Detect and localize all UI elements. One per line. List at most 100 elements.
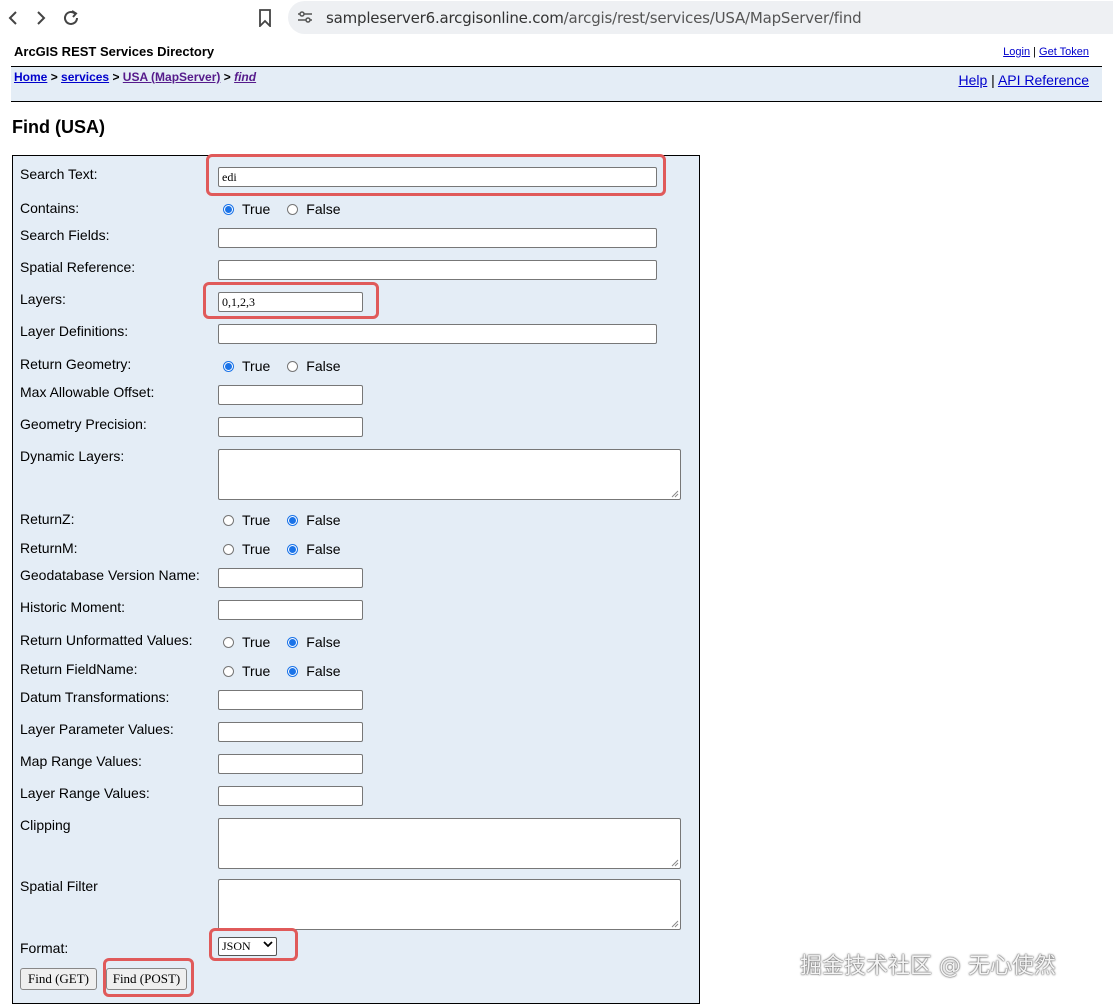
max-allowable-offset-input[interactable] (218, 385, 363, 405)
search-fields-input[interactable] (218, 228, 657, 248)
return-z-radio-group: True False (223, 512, 358, 528)
url-host: sampleserver6.arcgisonline.com (326, 9, 564, 27)
url-text: sampleserver6.arcgisonline.com/arcgis/re… (326, 9, 862, 27)
api-reference-link[interactable]: API Reference (998, 72, 1089, 88)
find-get-button[interactable]: Find (GET) (20, 968, 97, 990)
address-bar[interactable]: sampleserver6.arcgisonline.com/arcgis/re… (288, 1, 1113, 34)
datum-transformations-input[interactable] (218, 690, 363, 710)
radio-label: True (242, 663, 271, 679)
help-link[interactable]: Help (958, 72, 987, 88)
radio-label: True (242, 512, 271, 528)
return-z-true-radio[interactable] (223, 514, 234, 526)
dynamic-layers-label: Dynamic Layers: (20, 448, 125, 464)
breadcrumb-sep: > (112, 70, 120, 84)
return-m-label: ReturnM: (20, 540, 78, 556)
get-token-link[interactable]: Get Token (1039, 46, 1089, 58)
gdb-version-label: Geodatabase Version Name: (20, 567, 200, 583)
layers-label: Layers: (20, 291, 66, 307)
radio-label: False (306, 634, 341, 650)
return-geometry-false-radio[interactable] (287, 360, 299, 372)
layer-definitions-input[interactable] (218, 324, 657, 344)
radio-label: True (242, 201, 271, 217)
radio-label: False (306, 663, 341, 679)
return-geometry-true-radio[interactable] (223, 360, 234, 372)
contains-true-radio[interactable] (223, 203, 234, 215)
historic-moment-input[interactable] (218, 600, 363, 620)
breadcrumb-services[interactable]: services (61, 70, 109, 84)
return-m-true-radio[interactable] (223, 543, 234, 555)
max-allowable-offset-label: Max Allowable Offset: (20, 384, 155, 400)
search-fields-label: Search Fields: (20, 227, 110, 243)
help-links-separator: | (991, 72, 995, 88)
format-label: Format: (20, 940, 69, 956)
back-icon[interactable] (2, 7, 24, 29)
format-highlight (209, 928, 298, 961)
return-z-false-radio[interactable] (287, 514, 299, 526)
breadcrumb-bar: Home > services > USA (MapServer) > find… (11, 66, 1102, 102)
layer-range-values-input[interactable] (218, 786, 363, 806)
return-z-label: ReturnZ: (20, 511, 75, 527)
return-fieldname-radio-group: True False (223, 663, 358, 679)
historic-moment-label: Historic Moment: (20, 599, 126, 615)
layers-highlight (203, 282, 379, 319)
directory-title: ArcGIS REST Services Directory (14, 44, 215, 59)
gdb-version-input[interactable] (218, 568, 363, 588)
top-links: Login | Get Token (1003, 46, 1089, 58)
return-m-radio-group: True False (223, 541, 358, 557)
help-links: Help | API Reference (958, 72, 1089, 88)
login-link[interactable]: Login (1003, 46, 1030, 58)
geometry-precision-input[interactable] (218, 417, 363, 437)
search-text-label: Search Text: (20, 166, 98, 182)
reload-icon[interactable] (60, 7, 82, 29)
resize-grip-icon[interactable] (671, 920, 679, 928)
radio-label: True (242, 541, 271, 557)
return-m-false-radio[interactable] (287, 543, 299, 555)
return-unformatted-label: Return Unformatted Values: (20, 632, 193, 648)
map-range-values-input[interactable] (218, 754, 363, 774)
site-info-icon[interactable] (297, 10, 313, 29)
return-geometry-radio-group: True False (223, 358, 358, 374)
breadcrumb-usa-mapserver[interactable]: USA (MapServer) (123, 70, 221, 84)
return-unformatted-radio-group: True False (223, 634, 358, 650)
breadcrumb-sep: > (223, 70, 231, 84)
browser-toolbar: sampleserver6.arcgisonline.com/arcgis/re… (0, 0, 1113, 36)
contains-radio-group: True False (223, 201, 358, 217)
resize-grip-icon[interactable] (671, 490, 679, 498)
radio-label: False (306, 512, 341, 528)
contains-label: Contains: (20, 200, 80, 216)
map-range-values-label: Map Range Values: (20, 753, 142, 769)
breadcrumb-find[interactable]: find (234, 70, 256, 84)
spatial-reference-input[interactable] (218, 260, 657, 280)
return-fieldname-false-radio[interactable] (287, 665, 299, 677)
bookmark-icon[interactable] (254, 7, 276, 29)
radio-label: True (242, 358, 271, 374)
layer-definitions-label: Layer Definitions: (20, 323, 129, 339)
return-fieldname-label: Return FieldName: (20, 661, 138, 677)
contains-false-radio[interactable] (287, 203, 299, 215)
return-fieldname-true-radio[interactable] (223, 665, 234, 677)
radio-label: False (306, 201, 341, 217)
find-post-highlight (103, 958, 194, 997)
layer-parameter-values-label: Layer Parameter Values: (20, 721, 174, 737)
breadcrumb-sep: > (50, 70, 58, 84)
return-unformatted-false-radio[interactable] (287, 636, 299, 648)
radio-label: True (242, 634, 271, 650)
layer-parameter-values-input[interactable] (218, 722, 363, 742)
search-text-highlight (206, 154, 666, 196)
breadcrumb: Home > services > USA (MapServer) > find (14, 70, 256, 84)
clipping-textarea[interactable] (218, 818, 681, 869)
return-unformatted-true-radio[interactable] (223, 636, 234, 648)
spatial-filter-label: Spatial Filter (20, 878, 98, 894)
watermark-text: 掘金技术社区 @ 无心使然 (800, 954, 1056, 979)
clipping-label: Clipping (20, 817, 71, 833)
spatial-filter-textarea[interactable] (218, 879, 681, 930)
url-path: /arcgis/rest/services/USA/MapServer/find (563, 9, 862, 27)
top-links-separator: | (1033, 46, 1036, 58)
dynamic-layers-textarea[interactable] (218, 449, 681, 500)
radio-label: False (306, 358, 341, 374)
radio-label: False (306, 541, 341, 557)
spatial-reference-label: Spatial Reference: (20, 259, 136, 275)
breadcrumb-home[interactable]: Home (14, 70, 47, 84)
resize-grip-icon[interactable] (671, 859, 679, 867)
forward-icon[interactable] (30, 7, 52, 29)
